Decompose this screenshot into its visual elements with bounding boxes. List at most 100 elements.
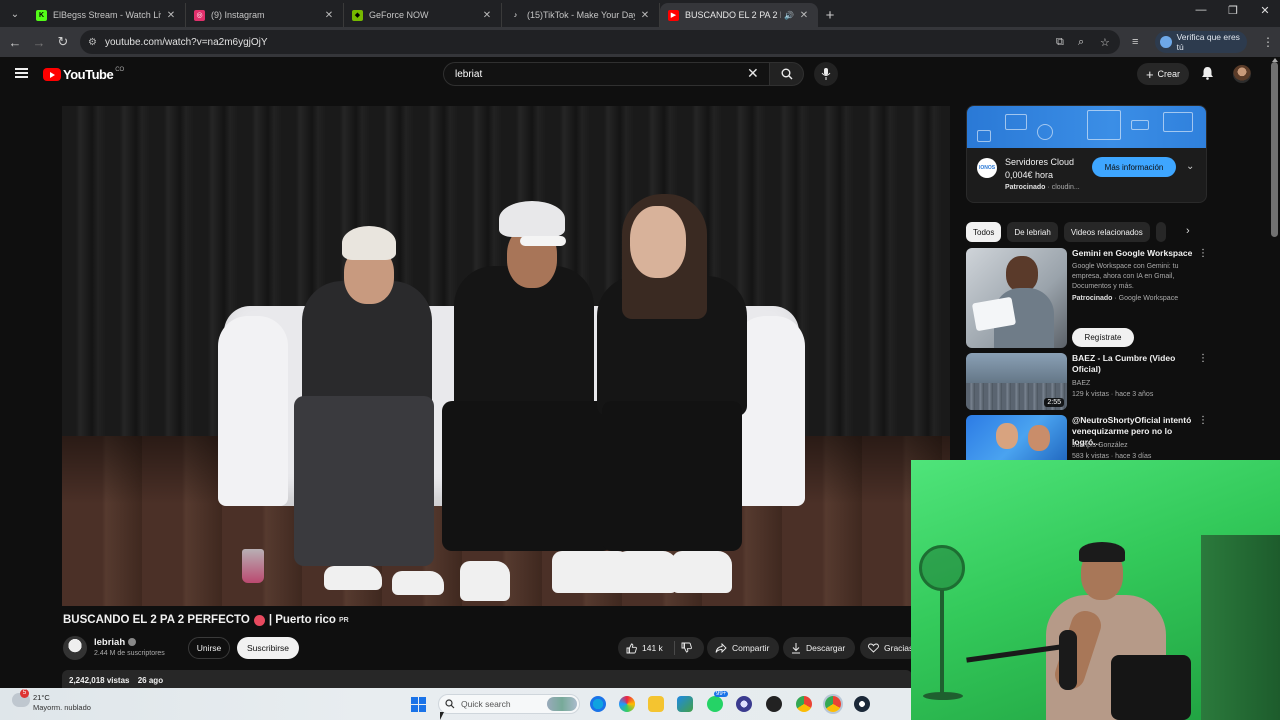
zoom-icon[interactable]: ⌕ (1078, 36, 1084, 49)
tab-tiktok[interactable]: ♪ (15)TikTok - Make Your Day ✕ (502, 3, 660, 27)
plus-icon: + (1145, 66, 1154, 82)
search-button[interactable] (769, 62, 804, 86)
thumbnail[interactable]: 2:55 (966, 353, 1067, 410)
download-button[interactable]: Descargar (783, 637, 855, 659)
back-arrow-icon[interactable]: ← (3, 35, 27, 50)
edge-browser-icon[interactable] (590, 696, 606, 712)
heart-dollar-icon (868, 643, 879, 653)
user-avatar[interactable] (1233, 65, 1251, 83)
related-channel[interactable]: BAEZ (1072, 379, 1197, 389)
close-tab-icon[interactable]: ✕ (481, 10, 493, 21)
whatsapp-icon[interactable] (707, 696, 723, 712)
tab-instagram[interactable]: ◎ (9) Instagram ✕ (186, 3, 344, 27)
search-query: lebriat (455, 68, 483, 80)
tab-geforce-now[interactable]: ◆ GeForce NOW ✕ (344, 3, 502, 27)
file-explorer-icon[interactable] (648, 696, 664, 712)
browser-tab-strip: ⌄ K ElBegss Stream - Watch Live on ✕ ◎ (… (0, 0, 1280, 27)
chip-more[interactable] (1155, 222, 1166, 242)
video-player[interactable] (62, 106, 950, 606)
youtube-logo[interactable]: YouTube CO (43, 67, 124, 82)
forward-arrow-icon[interactable]: → (27, 35, 51, 50)
more-options-icon[interactable]: ⋮ (1198, 353, 1208, 364)
register-button[interactable]: Regístrate (1072, 328, 1134, 347)
windows-taskbar: 5 21°C Mayorm. nublado Quick search 99+ (0, 688, 911, 720)
channel-name[interactable]: lebriah (94, 637, 137, 648)
address-bar[interactable]: ⚙ youtube.com/watch?v=na2m6ygjOjY ⧉ ⌕ ☆ (80, 30, 1120, 54)
tab-search-button[interactable]: ⌄ (4, 3, 26, 25)
close-tab-icon[interactable]: ✕ (323, 10, 335, 21)
tab-kick-stream[interactable]: K ElBegss Stream - Watch Live on ✕ (28, 3, 186, 27)
create-button[interactable]: + Crear (1137, 63, 1189, 85)
copilot-icon[interactable] (619, 696, 635, 712)
tab-title: (9) Instagram (211, 10, 265, 20)
new-tab-button[interactable]: + (818, 3, 842, 27)
youtube-favicon-icon: ▶ (668, 9, 679, 21)
filter-chips: Todos De lebriah Videos relacionados (966, 222, 1172, 242)
voice-search-button[interactable] (814, 62, 838, 86)
ad-more-info-button[interactable]: Más información (1092, 157, 1176, 177)
share-button[interactable]: Compartir (707, 637, 779, 659)
related-sponsored: Patrocinado · Google Workspace (1072, 295, 1179, 302)
weather-widget[interactable]: 5 21°C Mayorm. nublado (12, 689, 91, 712)
clear-search-icon[interactable]: ✕ (747, 65, 759, 82)
related-stats: 583 k vistas · hace 3 días (1072, 453, 1152, 460)
related-item-video[interactable]: 2:55 BAEZ - La Cumbre (Video Oficial) BA… (966, 353, 1211, 411)
join-button[interactable]: Unirse (188, 637, 230, 659)
close-tab-icon[interactable]: ✕ (639, 10, 651, 21)
more-options-icon[interactable]: ⋮ (1198, 248, 1208, 259)
chevron-down-icon[interactable]: ⌄ (1186, 161, 1194, 172)
thumbnail[interactable] (966, 415, 1067, 460)
maximize-window-button[interactable]: ❐ (1218, 4, 1248, 17)
chip-from-channel[interactable]: De lebriah (1007, 222, 1058, 242)
channel-avatar[interactable] (63, 636, 87, 660)
flag-code: PR (338, 616, 349, 624)
weather-badge: 5 (20, 689, 29, 698)
app-icon[interactable] (766, 696, 782, 712)
thumbs-up-icon[interactable] (626, 643, 637, 654)
kick-favicon-icon: K (36, 9, 47, 21)
subscribe-button[interactable]: Suscribirse (237, 637, 299, 659)
chip-all[interactable]: Todos (966, 222, 1002, 242)
reload-icon[interactable]: ↻ (51, 34, 75, 50)
windows-start-icon[interactable] (411, 697, 426, 712)
advertiser-logo: IONOS (977, 158, 997, 178)
chevron-right-icon[interactable]: › (1186, 225, 1190, 237)
close-tab-icon[interactable]: ✕ (165, 10, 177, 21)
chip-related[interactable]: Videos relacionados (1063, 222, 1150, 242)
thumbs-down-icon[interactable] (681, 642, 692, 653)
chrome-active-icon[interactable] (825, 696, 841, 712)
tab-youtube-active[interactable]: ▶ BUSCANDO EL 2 PA 2 PERFECTO 🔊 ✕ (660, 3, 818, 27)
search-input[interactable]: lebriat (443, 62, 773, 86)
related-item-video[interactable]: @NeutroShortyOficial intentó venequizarm… (966, 415, 1211, 460)
install-app-icon[interactable]: ⧉ (1056, 36, 1064, 49)
bookmark-star-icon[interactable]: ☆ (1100, 36, 1110, 49)
speaker-icon[interactable]: 🔊 (784, 11, 794, 20)
like-count[interactable]: 141 k (642, 643, 663, 653)
page-scrollbar[interactable] (1271, 62, 1278, 237)
chrome-icon[interactable] (796, 696, 812, 712)
minimize-window-button[interactable]: — (1186, 4, 1216, 16)
description-box[interactable]: 2,242,018 vistas 26 ago (62, 670, 912, 690)
related-title[interactable]: Gemini en Google Workspace (1072, 248, 1197, 259)
steam-icon[interactable] (854, 696, 870, 712)
close-window-button[interactable]: ✕ (1250, 4, 1280, 17)
ad-sponsored-label: Patrocinado · cloudin... (1005, 184, 1080, 191)
thumbnail[interactable] (966, 248, 1067, 348)
notification-badge: 99+ (714, 691, 729, 697)
close-tab-icon[interactable]: ✕ (798, 10, 810, 21)
related-title[interactable]: BAEZ - La Cumbre (Video Oficial) (1072, 353, 1197, 375)
site-info-icon[interactable]: ⚙ (88, 37, 97, 48)
media-control-icon[interactable]: ≡ (1132, 36, 1138, 48)
browser-menu-icon[interactable]: ⋮ (1262, 35, 1274, 49)
related-channel[interactable]: Juanpis González (1072, 441, 1197, 451)
obs-icon[interactable] (736, 696, 752, 712)
verify-profile-button[interactable]: Verifica que eres tú (1155, 31, 1247, 53)
profile-icon (1160, 36, 1172, 48)
more-options-icon[interactable]: ⋮ (1198, 415, 1208, 426)
hamburger-menu-icon[interactable] (15, 68, 28, 78)
sidebar-ad-card[interactable]: IONOS Servidores Cloud 0,004€ hora Patro… (966, 105, 1207, 203)
notifications-bell-icon[interactable] (1201, 66, 1214, 85)
store-icon[interactable] (677, 696, 693, 712)
taskbar-search-input[interactable]: Quick search (438, 694, 580, 714)
like-dislike-group: 141 k (618, 637, 704, 659)
